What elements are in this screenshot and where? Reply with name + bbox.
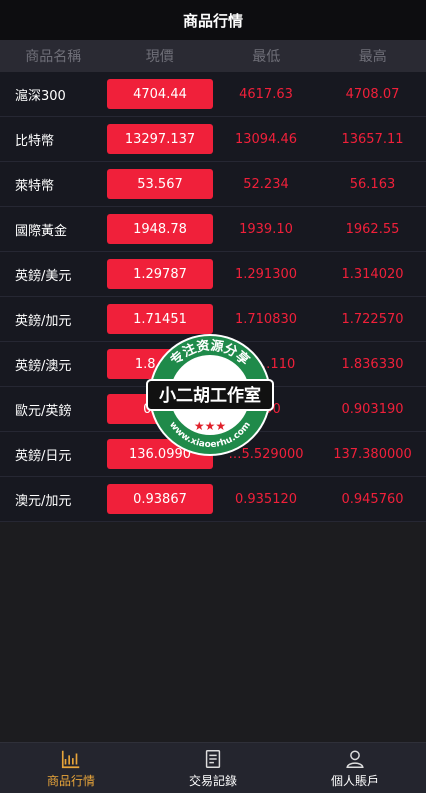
tab-records[interactable]: 交易記錄 (142, 743, 284, 793)
high-price: 56.163 (349, 176, 396, 192)
low-price: 1.710830 (234, 311, 298, 327)
user-icon (346, 749, 364, 768)
product-name: 比特幣 (15, 133, 55, 149)
chart-icon (61, 750, 80, 768)
column-header-low: 最低 (252, 49, 281, 65)
tab-account[interactable]: 個人賬戶 (284, 743, 426, 793)
high-price: 137.380000 (333, 446, 412, 462)
high-price: 1.314020 (341, 266, 404, 282)
product-name: 萊特幣 (15, 178, 55, 194)
current-price: 4704.44 (107, 79, 213, 109)
high-price: 4708.07 (345, 86, 400, 102)
product-name: 滬深300 (15, 88, 66, 104)
low-price: …90 (251, 401, 281, 417)
current-price: 1.8…28 (107, 349, 213, 379)
document-icon (205, 749, 221, 768)
table-row[interactable]: 英鎊/加元 1.71451 1.710830 1.722570 (0, 297, 426, 342)
product-name: 歐元/英鎊 (15, 403, 72, 419)
table-row[interactable]: 滬深300 4704.44 4617.63 4708.07 (0, 72, 426, 117)
low-price: …5.529000 (228, 446, 304, 462)
low-price: 1939.10 (239, 221, 293, 237)
low-price: 4617.63 (239, 86, 293, 102)
table-row[interactable]: 國際黃金 1948.78 1939.10 1962.55 (0, 207, 426, 252)
table-row[interactable]: 比特幣 13297.137 13094.46 13657.11 (0, 117, 426, 162)
table-row[interactable]: 英鎊/澳元 1.8…28 1.8…110 1.836330 (0, 342, 426, 387)
current-price: 136.0990 (107, 439, 213, 469)
high-price: 1.722570 (341, 311, 404, 327)
high-price: 0.903190 (341, 401, 404, 417)
current-price: 1.29787 (107, 259, 213, 289)
current-price: 1.71451 (107, 304, 213, 334)
tab-label: 商品行情 (46, 773, 95, 788)
top-bar: 商品行情 (0, 0, 426, 40)
high-price: 1.836330 (341, 356, 404, 372)
product-name: 英鎊/澳元 (15, 358, 72, 374)
table-row[interactable]: 澳元/加元 0.93867 0.935120 0.945760 (0, 477, 426, 522)
current-price: 1948.78 (107, 214, 213, 244)
column-header-name: 商品名稱 (25, 49, 82, 65)
table-header: 商品名稱 現價 最低 最高 (0, 40, 426, 72)
table-row[interactable]: 英鎊/美元 1.29787 1.291300 1.314020 (0, 252, 426, 297)
low-price: 0.935120 (234, 491, 298, 507)
current-price: 13297.137 (107, 124, 213, 154)
tab-label: 交易記錄 (188, 773, 237, 788)
page-title: 商品行情 (182, 11, 243, 30)
tab-label: 個人賬戶 (330, 773, 379, 788)
current-price: 53.567 (107, 169, 213, 199)
quote-list: 滬深300 4704.44 4617.63 4708.07 比特幣 13297.… (0, 72, 426, 522)
product-name: 英鎊/美元 (15, 268, 72, 284)
product-name: 英鎊/加元 (15, 313, 72, 329)
table-row[interactable]: 歐元/英鎊 0.9… …90 0.903190 (0, 387, 426, 432)
current-price: 0.93867 (107, 484, 213, 514)
product-name: 國際黃金 (15, 223, 68, 239)
low-price: 1.8…110 (236, 356, 296, 372)
high-price: 13657.11 (341, 131, 404, 147)
bottom-tab-bar: 商品行情 交易記錄 個人賬戶 (0, 742, 426, 793)
table-row[interactable]: 萊特幣 53.567 52.234 56.163 (0, 162, 426, 207)
product-name: 澳元/加元 (15, 493, 72, 509)
tab-market[interactable]: 商品行情 (0, 743, 142, 793)
high-price: 0.945760 (341, 491, 404, 507)
column-header-now: 現價 (145, 49, 174, 65)
product-name: 英鎊/日元 (15, 448, 72, 464)
table-row[interactable]: 英鎊/日元 136.0990 …5.529000 137.380000 (0, 432, 426, 477)
current-price: 0.9… (107, 394, 213, 424)
column-header-high: 最高 (358, 49, 387, 65)
low-price: 52.234 (243, 176, 289, 192)
low-price: 13094.46 (234, 131, 298, 147)
low-price: 1.291300 (234, 266, 298, 282)
high-price: 1962.55 (345, 221, 400, 237)
